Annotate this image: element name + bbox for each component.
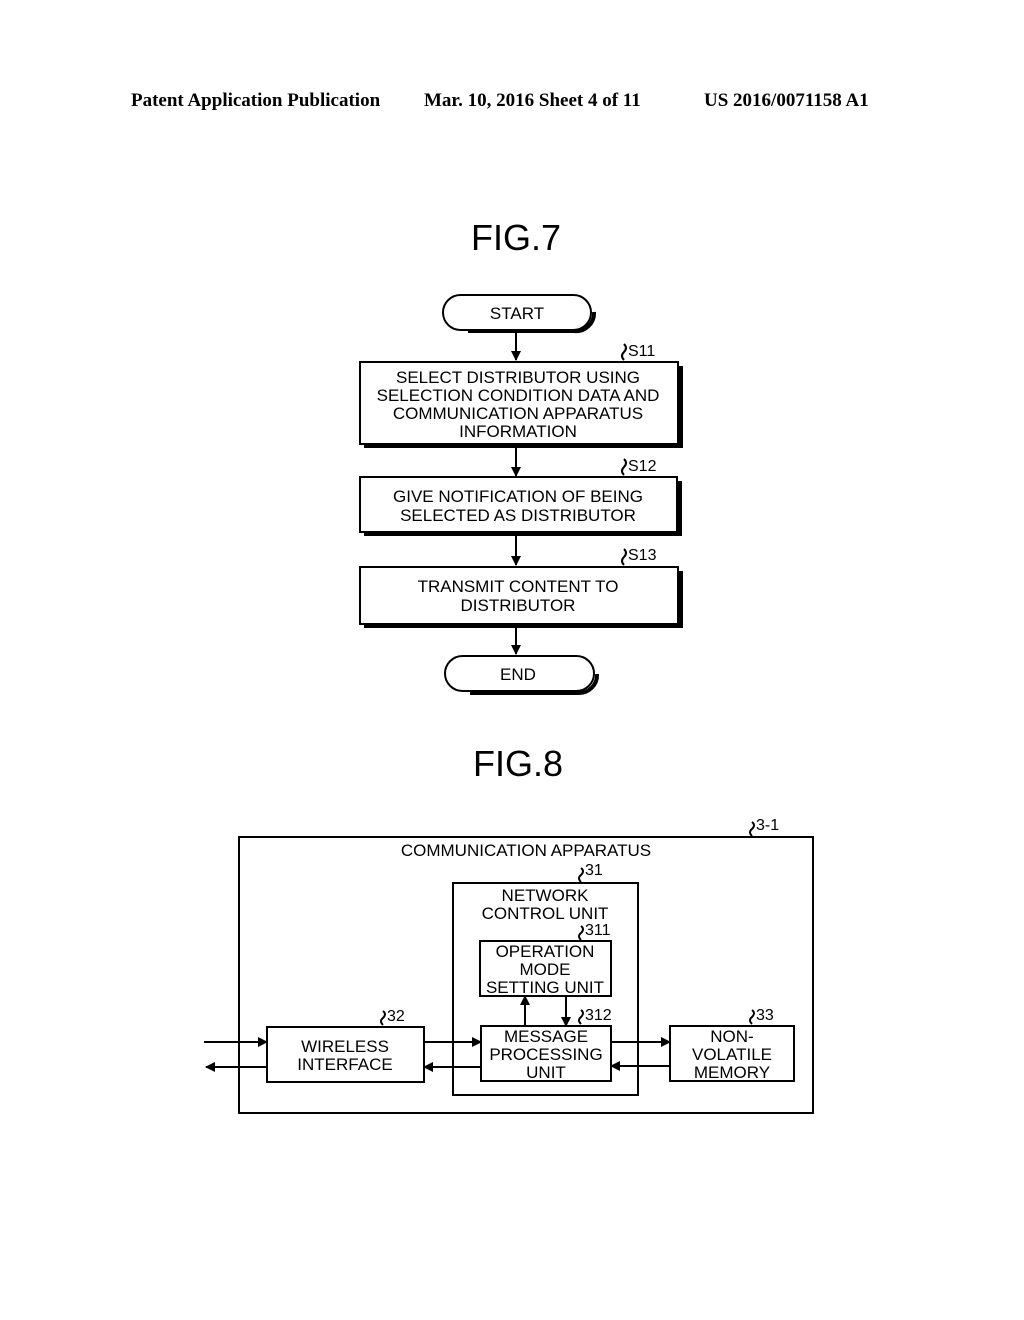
wi-line-1: WIRELESS [301,1037,389,1056]
mpu-line-1: MESSAGE [504,1027,588,1046]
s11-line-1: SELECT DISTRIBUTOR USING [396,368,640,387]
ncu-ref: 31 [585,862,603,879]
omsu-leader [578,925,584,941]
step-s13: S13 TRANSMIT CONTENT TO DISTRIBUTOR [359,547,683,628]
nonvolatile-memory-box: 33 NON- VOLATILE MEMORY [669,1007,795,1082]
s13-leader [621,548,627,566]
ncu-line-2: CONTROL UNIT [482,904,609,923]
fig7: FIG.7 START S11 SELECT DISTRIBUTOR USING… [359,217,683,696]
s12-ref: S12 [628,458,657,475]
s13-ref: S13 [628,547,657,564]
step-s12: S12 GIVE NOTIFICATION OF BEING SELECTED … [359,458,682,536]
s11-line-2: SELECTION CONDITION DATA AND [377,386,660,405]
s11-leader [621,343,627,361]
nvm-line-3: MEMORY [694,1063,770,1082]
s13-line-1: TRANSMIT CONTENT TO [418,577,619,596]
s12-line-1: GIVE NOTIFICATION OF BEING [393,487,643,506]
start-terminal: START [442,294,597,334]
fig8: FIG.8 3-1 COMMUNICATION APPARATUS 31 NET… [204,743,814,1114]
start-label: START [490,304,544,323]
operation-mode-setting-unit-box: 311 OPERATION MODE SETTING UNIT [479,922,612,997]
fig8-title: FIG.8 [473,743,563,784]
s11-line-4: INFORMATION [459,422,577,441]
nvm-line-2: VOLATILE [692,1045,772,1064]
step-s11: S11 SELECT DISTRIBUTOR USING SELECTION C… [359,343,683,448]
omsu-line-3: SETTING UNIT [486,978,604,997]
s11-line-3: COMMUNICATION APPARATUS [393,404,643,423]
nvm-ref: 33 [756,1007,774,1024]
mpu-line-3: UNIT [526,1063,566,1082]
message-processing-unit-box: 312 MESSAGE PROCESSING UNIT [480,1007,612,1082]
s12-line-2: SELECTED AS DISTRIBUTOR [400,506,636,525]
apparatus-leader [749,821,755,837]
omsu-ref: 311 [585,922,611,939]
nvm-leader [749,1009,755,1025]
mpu-leader [578,1009,584,1025]
ncu-line-1: NETWORK [502,886,590,905]
wireless-interface-box: 32 WIRELESS INTERFACE [266,1008,425,1083]
end-terminal: END [444,655,600,696]
ncu-leader [578,867,584,883]
wi-ref: 32 [387,1008,405,1025]
wi-leader [380,1010,386,1026]
nvm-line-1: NON- [710,1027,753,1046]
omsu-line-1: OPERATION [496,942,595,961]
figures-canvas: FIG.7 START S11 SELECT DISTRIBUTOR USING… [204,217,814,1114]
wi-line-2: INTERFACE [297,1055,392,1074]
mpu-ref: 312 [585,1007,612,1024]
end-label: END [500,665,536,684]
fig7-title: FIG.7 [471,217,561,258]
apparatus-label: COMMUNICATION APPARATUS [401,841,651,860]
s13-line-2: DISTRIBUTOR [461,596,576,615]
s11-ref: S11 [628,343,655,360]
s12-leader [621,458,627,476]
mpu-line-2: PROCESSING [489,1045,602,1064]
apparatus-ref: 3-1 [756,817,779,834]
omsu-line-2: MODE [520,960,571,979]
